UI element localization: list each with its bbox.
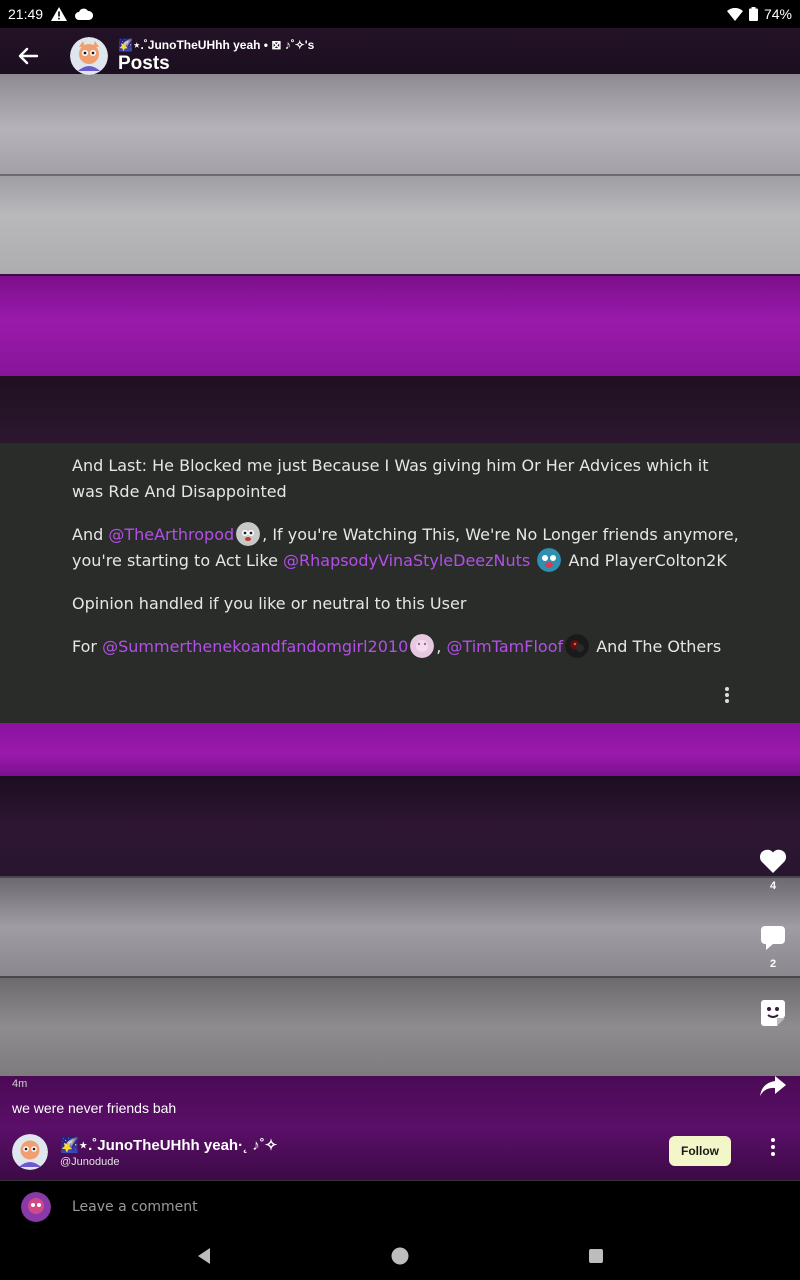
comment-icon xyxy=(761,926,785,950)
avatar[interactable] xyxy=(236,522,261,546)
post-text-card: And Last: He Blocked me just Because I W… xyxy=(0,443,800,723)
page-subtitle: 🌠⋆.˚JunoTheUHhh yeah • ⊠ ♪˚✧'s xyxy=(118,37,315,52)
background-stripe xyxy=(0,174,800,274)
remix-button[interactable] xyxy=(751,998,795,1032)
post-text: Opinion handled if you like or neutral t… xyxy=(72,594,467,613)
post-text: And PlayerColton2K xyxy=(563,551,727,570)
post-text: And Last: He Blocked me just Because I W… xyxy=(72,456,709,501)
background-stripe xyxy=(0,722,800,776)
post-paragraph: And Last: He Blocked me just Because I W… xyxy=(72,453,744,505)
avatar[interactable] xyxy=(12,1134,48,1170)
status-bar: 21:49 74% xyxy=(0,0,800,28)
avatar[interactable] xyxy=(565,634,590,658)
top-app-bar: 🌠⋆.˚JunoTheUHhh yeah • ⊠ ♪˚✧'s Posts xyxy=(0,28,800,84)
comment-button[interactable]: 2 xyxy=(751,924,795,970)
author-more-options-button[interactable] xyxy=(766,1136,780,1158)
system-navigation-bar xyxy=(0,1232,800,1280)
status-time: 21:49 xyxy=(8,6,44,22)
background-stripe xyxy=(0,74,800,174)
avatar[interactable] xyxy=(410,634,435,658)
heart-icon xyxy=(759,849,787,873)
mention-link[interactable]: @TheArthropod xyxy=(108,525,234,544)
post-paragraph: Opinion handled if you like or neutral t… xyxy=(72,591,744,617)
back-button[interactable] xyxy=(0,28,56,84)
comment-input[interactable] xyxy=(72,1198,672,1215)
nav-back-triangle-icon[interactable] xyxy=(192,1244,216,1268)
avatar[interactable] xyxy=(70,37,108,75)
share-arrow-icon xyxy=(760,1076,786,1096)
background-stripe xyxy=(0,776,800,876)
post-text: , xyxy=(436,637,447,656)
like-button[interactable]: 4 xyxy=(751,848,795,892)
post-paragraph: And @TheArthropod, If you're Watching Th… xyxy=(72,522,744,574)
avatar[interactable] xyxy=(537,548,562,572)
post-more-options-button[interactable] xyxy=(718,685,736,705)
background-stripe xyxy=(0,976,800,1076)
nav-home-circle-icon[interactable] xyxy=(388,1244,412,1268)
post-caption: we were never friends bah xyxy=(12,1100,177,1116)
background-stripe xyxy=(0,876,800,976)
nav-recents-square-icon[interactable] xyxy=(584,1244,608,1268)
background-stripe xyxy=(0,274,800,376)
battery-percent: 74% xyxy=(763,6,792,22)
arrow-left-icon xyxy=(18,47,38,65)
author-name[interactable]: 🌠⋆.˚JunoTheUHhh yeah·˛ ♪˚✧ xyxy=(60,1136,277,1154)
post-timestamp: 4m xyxy=(12,1078,28,1090)
mention-link[interactable]: @TimTamFloof xyxy=(446,637,563,656)
battery-icon xyxy=(748,7,758,21)
post-text: And xyxy=(72,525,109,544)
background-stripe xyxy=(0,376,800,446)
cloud-icon xyxy=(75,8,94,20)
wifi-icon xyxy=(726,7,743,21)
post-paragraph: For @Summerthenekoandfandomgirl2010, @Ti… xyxy=(72,634,744,660)
comment-bar xyxy=(0,1180,800,1232)
comment-count: 2 xyxy=(769,958,777,970)
remix-icon xyxy=(761,1000,785,1026)
post-text: And The Others xyxy=(591,637,722,656)
mention-link[interactable]: @Summerthenekoandfandomgirl2010 xyxy=(102,637,408,656)
share-button[interactable] xyxy=(751,1074,795,1102)
like-count: 4 xyxy=(769,880,777,892)
avatar xyxy=(21,1191,51,1222)
post-text: For xyxy=(72,637,103,656)
warning-icon xyxy=(51,7,68,21)
mention-link[interactable]: @RhapsodyVinaStyleDeezNuts xyxy=(283,551,530,570)
author-handle: @Junodude xyxy=(60,1156,120,1168)
author-row: 🌠⋆.˚JunoTheUHhh yeah·˛ ♪˚✧ @Junodude Fol… xyxy=(12,1132,792,1172)
page-title: Posts xyxy=(118,52,170,74)
follow-button[interactable]: Follow xyxy=(669,1136,731,1166)
